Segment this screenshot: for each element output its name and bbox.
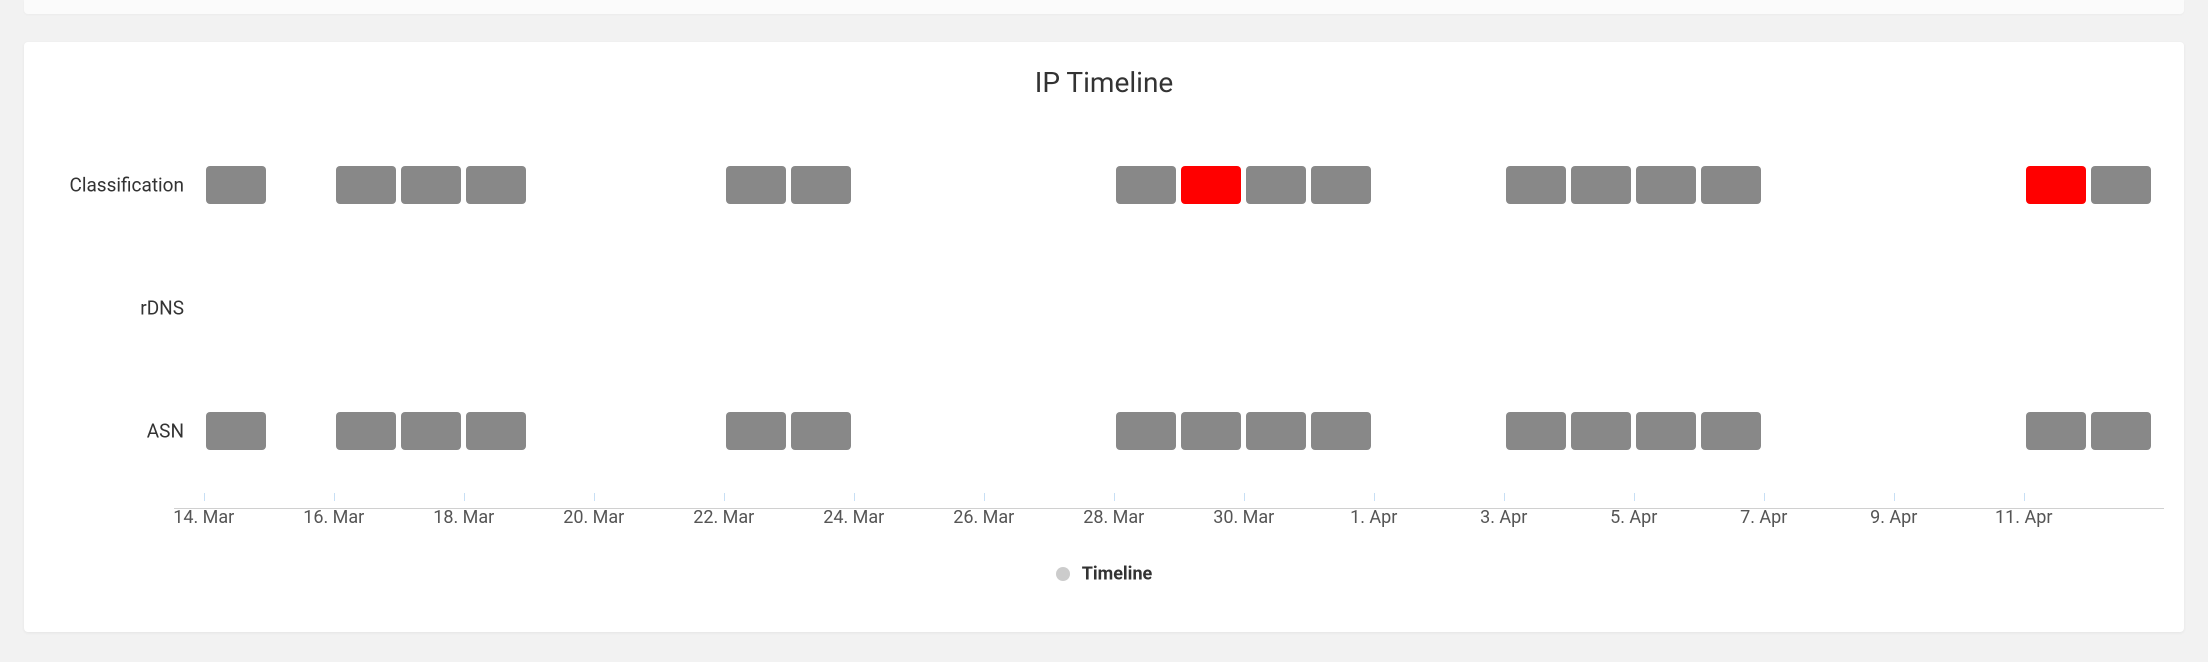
x-axis-tick-label: 11. Apr bbox=[1995, 507, 2052, 528]
x-axis-tick bbox=[854, 493, 855, 501]
timeline-bar[interactable] bbox=[1246, 166, 1306, 204]
x-axis-tick-label: 22. Mar bbox=[693, 507, 754, 528]
x-axis-tick-label: 16. Mar bbox=[303, 507, 364, 528]
timeline-bar[interactable] bbox=[2026, 412, 2086, 450]
x-axis-tick bbox=[1764, 493, 1765, 501]
x-axis-tick bbox=[204, 493, 205, 501]
x-axis-tick bbox=[1374, 493, 1375, 501]
x-axis: 14. Mar16. Mar18. Mar20. Mar22. Mar24. M… bbox=[194, 493, 2144, 543]
x-axis-tick-label: 14. Mar bbox=[173, 507, 234, 528]
x-axis-tick bbox=[1894, 493, 1895, 501]
timeline-bar[interactable] bbox=[2091, 412, 2151, 450]
timeline-bar[interactable] bbox=[336, 166, 396, 204]
y-axis-label: rDNS bbox=[44, 296, 184, 319]
chart-title: IP Timeline bbox=[44, 66, 2164, 99]
x-axis-tick-label: 28. Mar bbox=[1083, 507, 1144, 528]
timeline-bar[interactable] bbox=[206, 166, 266, 204]
timeline-bar[interactable] bbox=[466, 166, 526, 204]
ip-timeline-card: IP Timeline Classification rDNS ASN 14. … bbox=[24, 42, 2184, 632]
previous-card-edge bbox=[24, 0, 2184, 14]
x-axis-tick bbox=[464, 493, 465, 501]
timeline-bar[interactable] bbox=[1506, 412, 1566, 450]
timeline-bar[interactable] bbox=[726, 166, 786, 204]
x-axis-tick-label: 20. Mar bbox=[563, 507, 624, 528]
x-axis-tick bbox=[1114, 493, 1115, 501]
x-axis-tick bbox=[2024, 493, 2025, 501]
timeline-bar[interactable] bbox=[1311, 412, 1371, 450]
timeline-bar[interactable] bbox=[1571, 412, 1631, 450]
x-axis-tick bbox=[1504, 493, 1505, 501]
timeline-bar[interactable] bbox=[1116, 166, 1176, 204]
timeline-bar[interactable] bbox=[2026, 166, 2086, 204]
timeline-bar[interactable] bbox=[1636, 166, 1696, 204]
x-axis-tick-label: 24. Mar bbox=[823, 507, 884, 528]
x-axis-tick-label: 9. Apr bbox=[1870, 507, 1917, 528]
x-axis-tick-label: 5. Apr bbox=[1610, 507, 1657, 528]
timeline-bar[interactable] bbox=[1181, 166, 1241, 204]
chart-row-asn: ASN bbox=[194, 369, 2144, 492]
timeline-bar[interactable] bbox=[1701, 412, 1761, 450]
timeline-bar[interactable] bbox=[206, 412, 266, 450]
chart-plot-area: Classification rDNS ASN bbox=[194, 123, 2144, 493]
timeline-bar[interactable] bbox=[1506, 166, 1566, 204]
timeline-bar[interactable] bbox=[1246, 412, 1306, 450]
chart-row-rdns: rDNS bbox=[194, 246, 2144, 369]
timeline-bar[interactable] bbox=[1571, 166, 1631, 204]
legend-label: Timeline bbox=[1082, 563, 1153, 584]
x-axis-tick bbox=[1244, 493, 1245, 501]
timeline-bar[interactable] bbox=[726, 412, 786, 450]
x-axis-tick bbox=[1634, 493, 1635, 501]
x-axis-tick-label: 18. Mar bbox=[433, 507, 494, 528]
timeline-bar[interactable] bbox=[791, 412, 851, 450]
y-axis-label: ASN bbox=[44, 419, 184, 442]
x-axis-tick bbox=[334, 493, 335, 501]
x-axis-tick-label: 30. Mar bbox=[1213, 507, 1274, 528]
x-axis-tick-label: 7. Apr bbox=[1740, 507, 1787, 528]
timeline-bar[interactable] bbox=[401, 166, 461, 204]
timeline-bar[interactable] bbox=[1636, 412, 1696, 450]
x-axis-tick-label: 1. Apr bbox=[1350, 507, 1397, 528]
timeline-bar[interactable] bbox=[1181, 412, 1241, 450]
timeline-bar[interactable] bbox=[401, 412, 461, 450]
timeline-bar[interactable] bbox=[1701, 166, 1761, 204]
x-axis-tick bbox=[594, 493, 595, 501]
timeline-bar[interactable] bbox=[2091, 166, 2151, 204]
x-axis-tick-label: 3. Apr bbox=[1480, 507, 1527, 528]
legend-marker-icon bbox=[1056, 567, 1070, 581]
timeline-bar[interactable] bbox=[791, 166, 851, 204]
timeline-bar[interactable] bbox=[466, 412, 526, 450]
x-axis-tick bbox=[724, 493, 725, 501]
timeline-bar[interactable] bbox=[336, 412, 396, 450]
y-axis-label: Classification bbox=[44, 173, 184, 196]
chart-row-classification: Classification bbox=[194, 123, 2144, 246]
chart-legend: Timeline bbox=[44, 563, 2164, 584]
timeline-bar[interactable] bbox=[1311, 166, 1371, 204]
x-axis-tick-label: 26. Mar bbox=[953, 507, 1014, 528]
x-axis-tick bbox=[984, 493, 985, 501]
timeline-bar[interactable] bbox=[1116, 412, 1176, 450]
